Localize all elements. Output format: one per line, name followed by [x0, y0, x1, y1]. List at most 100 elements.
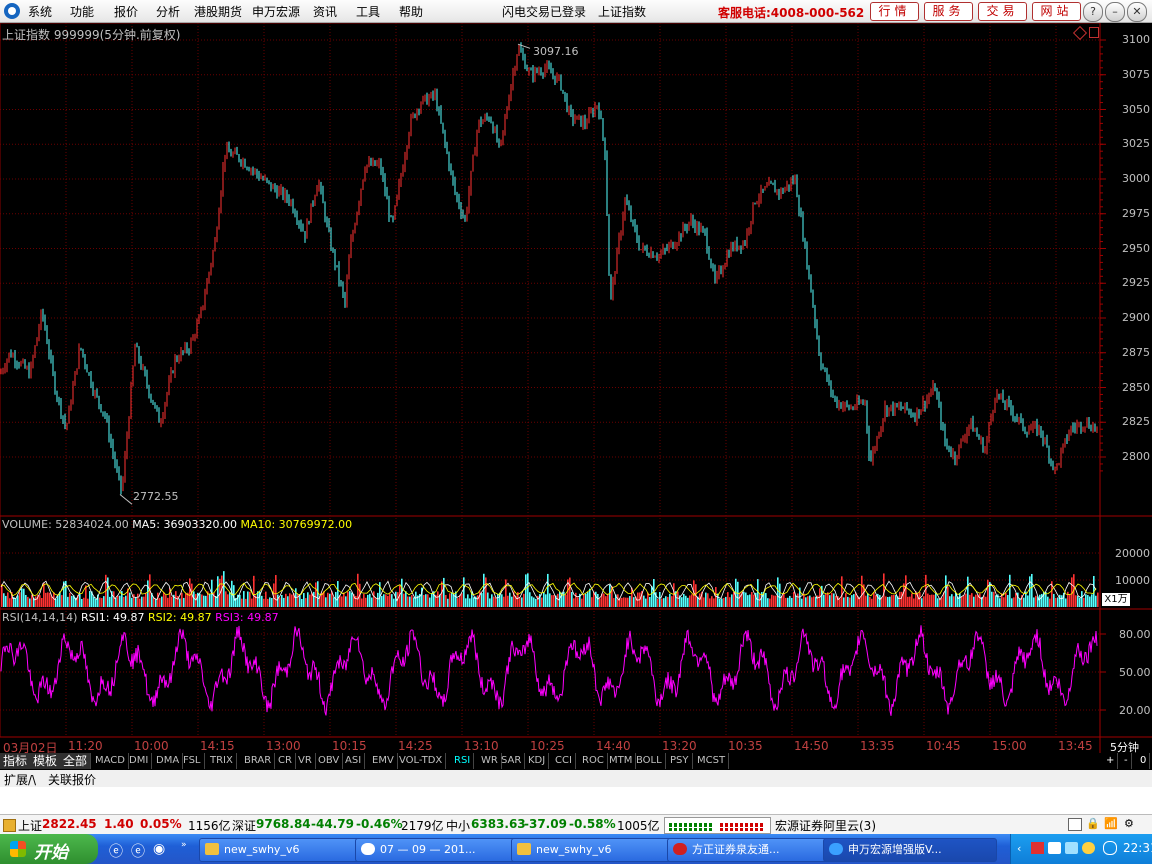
volume-bar	[53, 592, 55, 607]
volume-bar	[543, 591, 545, 607]
tab-dma[interactable]: DMA	[153, 753, 184, 769]
tab-fsl[interactable]: FSL	[180, 753, 205, 769]
tab-control-button[interactable]: 0	[1137, 753, 1151, 769]
taskbar-window[interactable]: 07 — 09 — 201...	[355, 838, 529, 862]
taskbar-window[interactable]: new_swhy_v6	[199, 838, 373, 862]
volume-bar	[591, 597, 593, 607]
zx-name: 中小	[446, 819, 471, 833]
app-icon[interactable]: ◉	[153, 841, 165, 857]
settings-icon[interactable]: ⚙	[1124, 817, 1134, 830]
volume-bar	[779, 583, 781, 607]
menu-analysis[interactable]: 分析	[156, 3, 180, 20]
tray-flag-icon[interactable]	[1031, 842, 1044, 854]
tray-network-icon[interactable]	[1048, 842, 1061, 854]
menu-system[interactable]: 系统	[28, 3, 52, 20]
clock[interactable]: 22:31	[1123, 841, 1152, 855]
menu-quote[interactable]: 报价	[114, 3, 138, 20]
price-tick: 2850	[1122, 380, 1150, 394]
minimize-icon[interactable]: –	[1105, 2, 1125, 22]
volume-value: VOLUME: 52834024.00	[2, 518, 129, 531]
volume-bar	[765, 593, 767, 607]
signal-icon[interactable]: 📶	[1104, 817, 1118, 830]
menu-tools[interactable]: 工具	[356, 3, 380, 20]
volume-bar	[141, 596, 143, 607]
window-icon[interactable]	[1068, 818, 1082, 831]
volume-bar	[719, 598, 721, 607]
tab-kdj[interactable]: KDJ	[525, 753, 550, 769]
start-button[interactable]: 开始	[0, 834, 98, 864]
close-icon[interactable]: ✕	[1127, 2, 1147, 22]
tab-trix[interactable]: TRIX	[207, 753, 237, 769]
window-toggle-icon[interactable]	[1089, 27, 1099, 38]
ie-icon[interactable]: ⓔ	[109, 841, 123, 861]
volume-bar	[933, 594, 935, 607]
sz-name: 深证	[232, 819, 257, 833]
menu-news[interactable]: 资讯	[313, 3, 337, 20]
volume-bar	[163, 592, 165, 607]
tray-app-icon[interactable]	[1065, 842, 1078, 854]
help-icon[interactable]: ?	[1083, 2, 1103, 22]
tab-boll[interactable]: BOLL	[633, 753, 666, 769]
menu-bar: 系统 功能 报价 分析 港股期货 申万宏源 资讯 工具 帮助 闪电交易已登录 上…	[0, 0, 1152, 23]
windows-taskbar: 开始 ⓔ ⓔ ◉ » new_swhy_v6 07 — 09 — 201... …	[0, 834, 1152, 864]
volume-bar	[463, 577, 465, 607]
tray-sound-icon[interactable]	[1103, 841, 1117, 855]
volume-bar	[589, 588, 591, 607]
tray-shield-icon[interactable]	[1082, 842, 1095, 854]
tab-全部[interactable]: 全部	[60, 753, 92, 769]
related-quote-tab[interactable]: 关联报价	[48, 771, 96, 788]
tab-macd[interactable]: MACD	[92, 753, 129, 769]
menu-function[interactable]: 功能	[70, 3, 94, 20]
tab-mcst[interactable]: MCST	[694, 753, 730, 769]
volume-bar	[261, 595, 263, 607]
trade-button[interactable]: 交易	[978, 2, 1027, 21]
market-button[interactable]: 行情	[870, 2, 919, 21]
volume-bar	[241, 598, 243, 607]
tab-brar[interactable]: BRAR	[241, 753, 276, 769]
volume-bar	[115, 597, 117, 607]
volume-bar	[959, 593, 961, 607]
volume-bar	[1085, 594, 1087, 607]
tab-rsi[interactable]: RSI	[451, 753, 475, 769]
tab-control-button[interactable]: -	[1121, 753, 1132, 769]
tab-control-button[interactable]: +	[1103, 753, 1119, 769]
taskbar-window-active[interactable]: 申万宏源增强版V...	[823, 838, 997, 862]
status-icon[interactable]	[3, 819, 16, 832]
tab-模板[interactable]: 模板	[30, 753, 62, 769]
flash-trade-status[interactable]: 闪电交易已登录	[502, 3, 586, 20]
expand-tab[interactable]: 扩展/\	[4, 771, 36, 788]
tab-vol-tdx[interactable]: VOL-TDX	[396, 753, 447, 769]
volume-bar	[239, 594, 241, 607]
tab-cr[interactable]: CR	[275, 753, 296, 769]
tab-指标[interactable]: 指标	[0, 753, 32, 769]
tab-sar[interactable]: SAR	[498, 753, 526, 769]
menu-swhy[interactable]: 申万宏源	[252, 3, 300, 20]
lock-icon[interactable]: 🔒	[1086, 817, 1100, 830]
kline-chart-area[interactable]	[0, 23, 1152, 753]
volume-bar	[995, 595, 997, 607]
tab-cci[interactable]: CCI	[552, 753, 576, 769]
tab-dmi[interactable]: DMI	[126, 753, 153, 769]
quicklaunch-expand-icon[interactable]: »	[181, 840, 187, 850]
tab-mtm[interactable]: MTM	[606, 753, 637, 769]
tab-asi[interactable]: ASI	[342, 753, 366, 769]
service-button[interactable]: 服务	[924, 2, 973, 21]
tab-obv[interactable]: OBV	[315, 753, 344, 769]
tab-vr[interactable]: VR	[295, 753, 316, 769]
volume-bar	[99, 597, 101, 607]
menu-help[interactable]: 帮助	[399, 3, 423, 20]
tab-psy[interactable]: PSY	[667, 753, 693, 769]
app-logo-icon[interactable]	[4, 3, 20, 19]
tab-emv[interactable]: EMV	[369, 753, 398, 769]
volume-bar	[829, 595, 831, 607]
menu-hk-futures[interactable]: 港股期货	[194, 3, 242, 20]
tab-roc[interactable]: ROC	[579, 753, 608, 769]
tray-expand-icon[interactable]: ‹	[1017, 842, 1021, 855]
ie-icon[interactable]: ⓔ	[131, 841, 145, 861]
taskbar-window[interactable]: 方正证券泉友通...	[667, 838, 841, 862]
taskbar-window[interactable]: new_swhy_v6	[511, 838, 685, 862]
volume-bar	[875, 595, 877, 607]
website-button[interactable]: 网站	[1032, 2, 1081, 21]
volume-bar	[873, 591, 875, 607]
server-name[interactable]: 宏源证券阿里云(3)	[775, 817, 876, 834]
